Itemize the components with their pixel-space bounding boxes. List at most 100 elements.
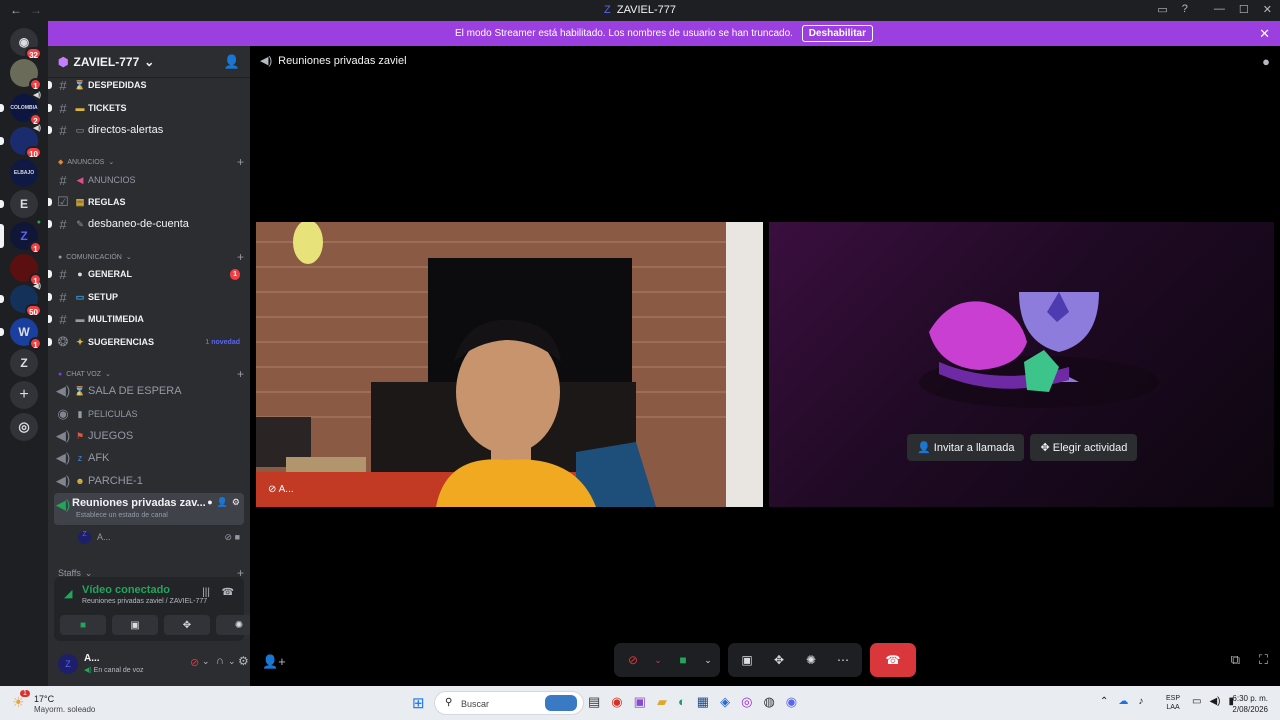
server-w-icon[interactable]: W1 xyxy=(10,318,42,350)
video-tile[interactable]: ⊘ A... xyxy=(256,222,763,507)
disconnect-icon[interactable]: ☎ xyxy=(222,587,234,598)
voice-location[interactable]: Reuniones privadas zaviel / ZAVIEL-777 xyxy=(82,598,207,605)
close-banner-icon[interactable]: ✕ xyxy=(1259,21,1270,46)
direct-messages-icon[interactable]: ◉ 32 xyxy=(10,28,42,60)
voice-channel-parche[interactable]: ◀) ☻ PARCHE-1 xyxy=(54,470,244,492)
screen-share-button[interactable]: ▣ xyxy=(734,648,760,672)
language-indicator[interactable]: ESP LAA xyxy=(1166,694,1180,712)
server-zaviel-icon[interactable]: Z ● 1 xyxy=(10,219,42,254)
file-explorer-icon[interactable]: ▰ xyxy=(657,694,667,710)
muted-mic-icon[interactable]: ⊘ xyxy=(190,656,199,669)
server-icon[interactable]: ◀) 50 xyxy=(10,283,42,317)
channel-sugerencias[interactable]: ❂ ✦ SUGERENCIAS 1 novedad xyxy=(48,331,244,353)
avatar[interactable]: Z xyxy=(58,654,78,674)
inbox-icon[interactable]: ▭ xyxy=(1157,3,1167,16)
channel-reglas[interactable]: ☑ ▤ REGLAS xyxy=(48,191,244,213)
channel-despedidas[interactable]: # ⌛ DESPEDIDAS xyxy=(48,74,244,96)
channel-multimedia[interactable]: # ▬ MULTIMEDIA xyxy=(48,308,244,330)
store-icon[interactable]: ▦ xyxy=(697,694,709,710)
channel-general[interactable]: # ● GENERAL 1 xyxy=(48,263,244,285)
username[interactable]: A... xyxy=(84,653,100,664)
camera-button[interactable]: ■ xyxy=(670,648,696,672)
channel-tickets[interactable]: # ▬ TICKETS xyxy=(48,97,244,119)
choose-activity-button[interactable]: ✥ Elegir actividad xyxy=(1030,434,1138,461)
activities-button[interactable]: ✥ xyxy=(766,648,792,672)
server-letter-icon[interactable]: E xyxy=(10,190,38,218)
user-status: En canal de voz xyxy=(93,667,144,674)
network-icon[interactable]: ▭ xyxy=(1192,696,1201,707)
chat-icon[interactable]: ● xyxy=(207,497,212,508)
chrome-icon[interactable]: ◉ xyxy=(611,694,622,710)
clock[interactable]: 6:30 p. m. 2/08/2026 xyxy=(1232,693,1268,715)
add-user-icon[interactable]: 👤+ xyxy=(262,654,286,670)
maximize-button[interactable]: ☐ xyxy=(1239,3,1249,16)
discord-taskbar-icon[interactable]: ◉ xyxy=(786,694,797,710)
chat-icon[interactable]: ● xyxy=(1262,54,1270,69)
chevron-up-icon[interactable]: ⌃ xyxy=(1100,696,1108,707)
create-channel-icon[interactable]: + xyxy=(237,250,244,264)
voice-channel-reuniones[interactable]: ◀) Reuniones privadas zav... ● 👤 ⚙ Estable… xyxy=(54,493,244,525)
channel-directos-alertas[interactable]: # ▭ directos-alertas xyxy=(48,119,244,141)
gear-icon[interactable]: ⚙ xyxy=(238,654,249,668)
create-channel-icon[interactable]: + xyxy=(237,367,244,381)
gear-icon[interactable]: ⚙ xyxy=(232,497,240,508)
task-view-icon[interactable]: ▤ xyxy=(588,694,600,710)
voice-channel-sala[interactable]: ◀) ⌛ SALA DE ESPERA xyxy=(54,380,244,402)
channel-status[interactable]: Establece un estado de canal xyxy=(76,512,168,519)
pop-out-icon[interactable]: ⧉ xyxy=(1231,652,1240,668)
invite-people-icon[interactable]: 👤 xyxy=(224,54,240,70)
category-anuncios[interactable]: ◆ ANUNCIOS ⌄ + xyxy=(58,155,244,169)
headphones-icon[interactable]: ∩ xyxy=(216,655,224,667)
channel-anuncios[interactable]: # ◀ ANUNCIOS xyxy=(54,169,244,191)
close-window-button[interactable]: ✕ xyxy=(1263,3,1272,16)
add-server-icon[interactable]: + xyxy=(10,381,38,409)
chevron-down-icon[interactable]: ⌄ xyxy=(228,656,236,667)
minimize-button[interactable]: — xyxy=(1214,3,1225,16)
create-channel-icon[interactable]: + xyxy=(237,155,244,169)
microphone-icon[interactable]: ♪ xyxy=(1138,696,1143,707)
channel-desbaneo[interactable]: # ✎ desbaneo-de-cuenta xyxy=(48,213,244,235)
server-icon[interactable]: ◀) 10 xyxy=(10,125,42,159)
hang-up-button[interactable]: ☎ xyxy=(880,648,906,672)
chevron-down-icon[interactable]: ⌄ xyxy=(652,648,664,672)
chevron-down-icon[interactable]: ⌄ xyxy=(202,656,210,667)
invite-icon[interactable]: 👤 xyxy=(217,497,228,508)
more-options-icon[interactable]: ⋯ xyxy=(830,648,856,672)
channel-setup[interactable]: # ▭ SETUP xyxy=(48,286,244,308)
help-icon[interactable]: ? xyxy=(1182,3,1188,16)
taskbar-search[interactable]: ⚲ Buscar xyxy=(434,691,584,715)
edge-icon[interactable]: ◐ xyxy=(678,694,686,710)
voice-channel-juegos[interactable]: ◀) ⚑ JUEGOS xyxy=(54,425,244,447)
muted-mic-icon[interactable]: ⊘ xyxy=(620,648,646,672)
app-icon[interactable]: ◎ xyxy=(741,694,752,710)
weather-temp[interactable]: 17°C xyxy=(34,694,54,704)
server-letter-icon[interactable]: Z xyxy=(10,349,38,377)
cloud-icon[interactable]: ☁ xyxy=(1118,696,1128,707)
chevron-down-icon[interactable]: ⌄ xyxy=(702,648,714,672)
start-icon[interactable]: ⊞ xyxy=(412,694,425,712)
camera-button[interactable]: ■ xyxy=(60,615,106,635)
server-elbajo-icon[interactable]: ELBAJO xyxy=(10,159,38,187)
server-icon[interactable]: 1 xyxy=(10,59,42,91)
weather-desc[interactable]: Mayorm. soleado xyxy=(34,705,95,714)
discover-icon[interactable]: ◎ xyxy=(10,413,38,441)
voice-channel-peliculas[interactable]: ◉ ▮ PELICULAS xyxy=(54,403,244,425)
voice-channel-afk[interactable]: ◀) z AFK xyxy=(54,447,244,469)
app-icon[interactable]: ◈ xyxy=(720,694,730,710)
soundboard-button[interactable]: ✺ xyxy=(798,648,824,672)
voice-member[interactable]: Z A... ⊘ ■ xyxy=(78,526,244,548)
app-icon[interactable]: ◍ xyxy=(763,694,774,710)
app-icon[interactable]: ▣ xyxy=(634,694,646,710)
category-comunicacion[interactable]: ● COMUNICACIÓN ⌄ + xyxy=(58,250,244,264)
server-colombia-icon[interactable]: COLOMBIA ◀) 2 xyxy=(10,92,42,126)
activities-button[interactable]: ✥ xyxy=(164,615,210,635)
signal-icon[interactable]: ◢ xyxy=(64,587,72,600)
noise-suppression-icon[interactable]: ||| xyxy=(202,587,210,598)
disable-streamer-button[interactable]: Deshabilitar xyxy=(801,25,873,42)
server-icon[interactable]: 1 xyxy=(10,254,42,286)
invite-to-call-button[interactable]: 👤 Invitar a llamada xyxy=(907,434,1025,461)
fullscreen-icon[interactable]: ⛶ xyxy=(1259,652,1268,668)
category-chat-voz[interactable]: ● CHAT VOZ ⌄ + xyxy=(58,367,244,381)
screen-share-button[interactable]: ▣ xyxy=(112,615,158,635)
volume-icon[interactable]: ◀) xyxy=(1209,696,1220,707)
